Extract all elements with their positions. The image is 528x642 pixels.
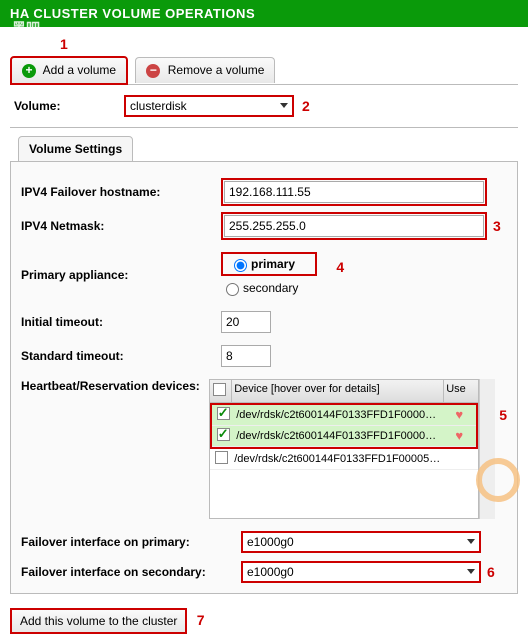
callout-1: 1 [60, 36, 68, 52]
failover-secondary-select[interactable]: e1000g0 [241, 561, 481, 583]
ipv4-netmask-label: IPV4 Netmask: [21, 219, 221, 233]
ipv4-netmask-input[interactable] [224, 215, 484, 237]
heart-icon: ♥ [455, 428, 463, 443]
initial-timeout-input[interactable] [221, 311, 271, 333]
ipv4-netmask-row: IPV4 Netmask: 3 [21, 206, 507, 246]
primary-appliance-row: Primary appliance: primary 4 secondary [21, 246, 507, 305]
failover-primary-select[interactable]: e1000g0 [241, 531, 481, 553]
standard-timeout-input[interactable] [221, 345, 271, 367]
action-row: Add this volume to the cluster 7 [10, 608, 518, 634]
add-to-cluster-button[interactable]: Add this volume to the cluster [10, 608, 187, 634]
heart-icon: ♥ [455, 407, 463, 422]
volume-row: Volume: clusterdisk 2 [10, 85, 518, 128]
callout-5: 5 [499, 407, 507, 423]
settings-panel: IPV4 Failover hostname: IPV4 Netmask: 3 … [10, 161, 518, 594]
secondary-radio-wrap[interactable]: secondary [221, 280, 312, 296]
watermark-text: 黑吧 [12, 18, 40, 38]
callout-2: 2 [302, 98, 310, 114]
add-volume-tab[interactable]: + Add a volume [10, 56, 128, 85]
device-path: /dev/rdsk/c2t600144F0133FFD1F000055... [232, 453, 444, 465]
plus-icon: + [22, 64, 36, 78]
row-checkbox[interactable] [217, 407, 230, 420]
secondary-radio[interactable] [226, 283, 239, 296]
volume-select[interactable]: clusterdisk [124, 95, 294, 117]
select-all-checkbox[interactable] [213, 383, 226, 396]
volume-value: clusterdisk [130, 99, 187, 113]
callout-7: 7 [197, 612, 205, 628]
table-row[interactable]: /dev/rdsk/c2t600144F0133FFD1F000055... ♥ [212, 405, 476, 426]
secondary-radio-label: secondary [243, 281, 298, 295]
top-tabs: + Add a volume − Remove a volume [10, 55, 518, 85]
row-checkbox[interactable] [215, 451, 228, 464]
volume-settings-tab[interactable]: Volume Settings [18, 136, 133, 162]
row-checkbox[interactable] [217, 428, 230, 441]
remove-volume-label: Remove a volume [168, 63, 265, 77]
add-volume-label: Add a volume [43, 63, 116, 77]
use-col-header: Use [444, 380, 478, 402]
primary-appliance-label: Primary appliance: [21, 268, 221, 282]
volume-label: Volume: [14, 99, 124, 113]
initial-timeout-row: Initial timeout: [21, 305, 507, 339]
failover-primary-label: Failover interface on primary: [21, 535, 241, 549]
watermark-icon [476, 458, 520, 502]
failover-secondary-value: e1000g0 [247, 565, 294, 579]
page-header: HA CLUSTER VOLUME OPERATIONS [0, 0, 528, 27]
remove-volume-tab[interactable]: − Remove a volume [135, 57, 275, 83]
chevron-down-icon [467, 539, 475, 544]
table-row[interactable]: /dev/rdsk/c2t600144F0133FFD1F000055... [210, 449, 478, 470]
failover-secondary-label: Failover interface on secondary: [21, 565, 241, 579]
standard-timeout-row: Standard timeout: [21, 339, 507, 373]
device-body-used: /dev/rdsk/c2t600144F0133FFD1F000055... ♥… [210, 403, 478, 449]
device-table-head: Device [hover over for details] Use [210, 380, 478, 403]
heartbeat-row: Heartbeat/Reservation devices: Device [h… [21, 373, 507, 525]
ipv4-hostname-input[interactable] [224, 181, 484, 203]
table-row[interactable]: /dev/rdsk/c2t600144F0133FFD1F000055... ♥ [212, 426, 476, 447]
device-table: Device [hover over for details] Use /dev… [209, 379, 479, 519]
callout-6: 6 [487, 564, 495, 580]
device-body-rest: /dev/rdsk/c2t600144F0133FFD1F000055... [210, 449, 478, 518]
failover-secondary-row: Failover interface on secondary: e1000g0… [21, 555, 507, 589]
ipv4-hostname-label: IPV4 Failover hostname: [21, 185, 221, 199]
callout-4: 4 [336, 259, 344, 275]
page-title: HA CLUSTER VOLUME OPERATIONS [10, 6, 255, 21]
minus-icon: − [146, 64, 160, 78]
failover-primary-value: e1000g0 [247, 535, 294, 549]
primary-radio-wrap[interactable]: primary [221, 252, 317, 276]
primary-radio-label: primary [251, 257, 295, 271]
device-col-header: Device [hover over for details] [232, 380, 444, 402]
device-path: /dev/rdsk/c2t600144F0133FFD1F000055... [234, 430, 442, 442]
failover-primary-row: Failover interface on primary: e1000g0 [21, 525, 507, 559]
chevron-down-icon [467, 569, 475, 574]
standard-timeout-label: Standard timeout: [21, 349, 221, 363]
chevron-down-icon [280, 103, 288, 108]
device-path: /dev/rdsk/c2t600144F0133FFD1F000055... [234, 409, 442, 421]
initial-timeout-label: Initial timeout: [21, 315, 221, 329]
callout-3: 3 [493, 218, 501, 234]
heartbeat-label: Heartbeat/Reservation devices: [21, 379, 209, 393]
content-area: 1 + Add a volume − Remove a volume Volum… [0, 27, 528, 642]
primary-radio[interactable] [234, 259, 247, 272]
